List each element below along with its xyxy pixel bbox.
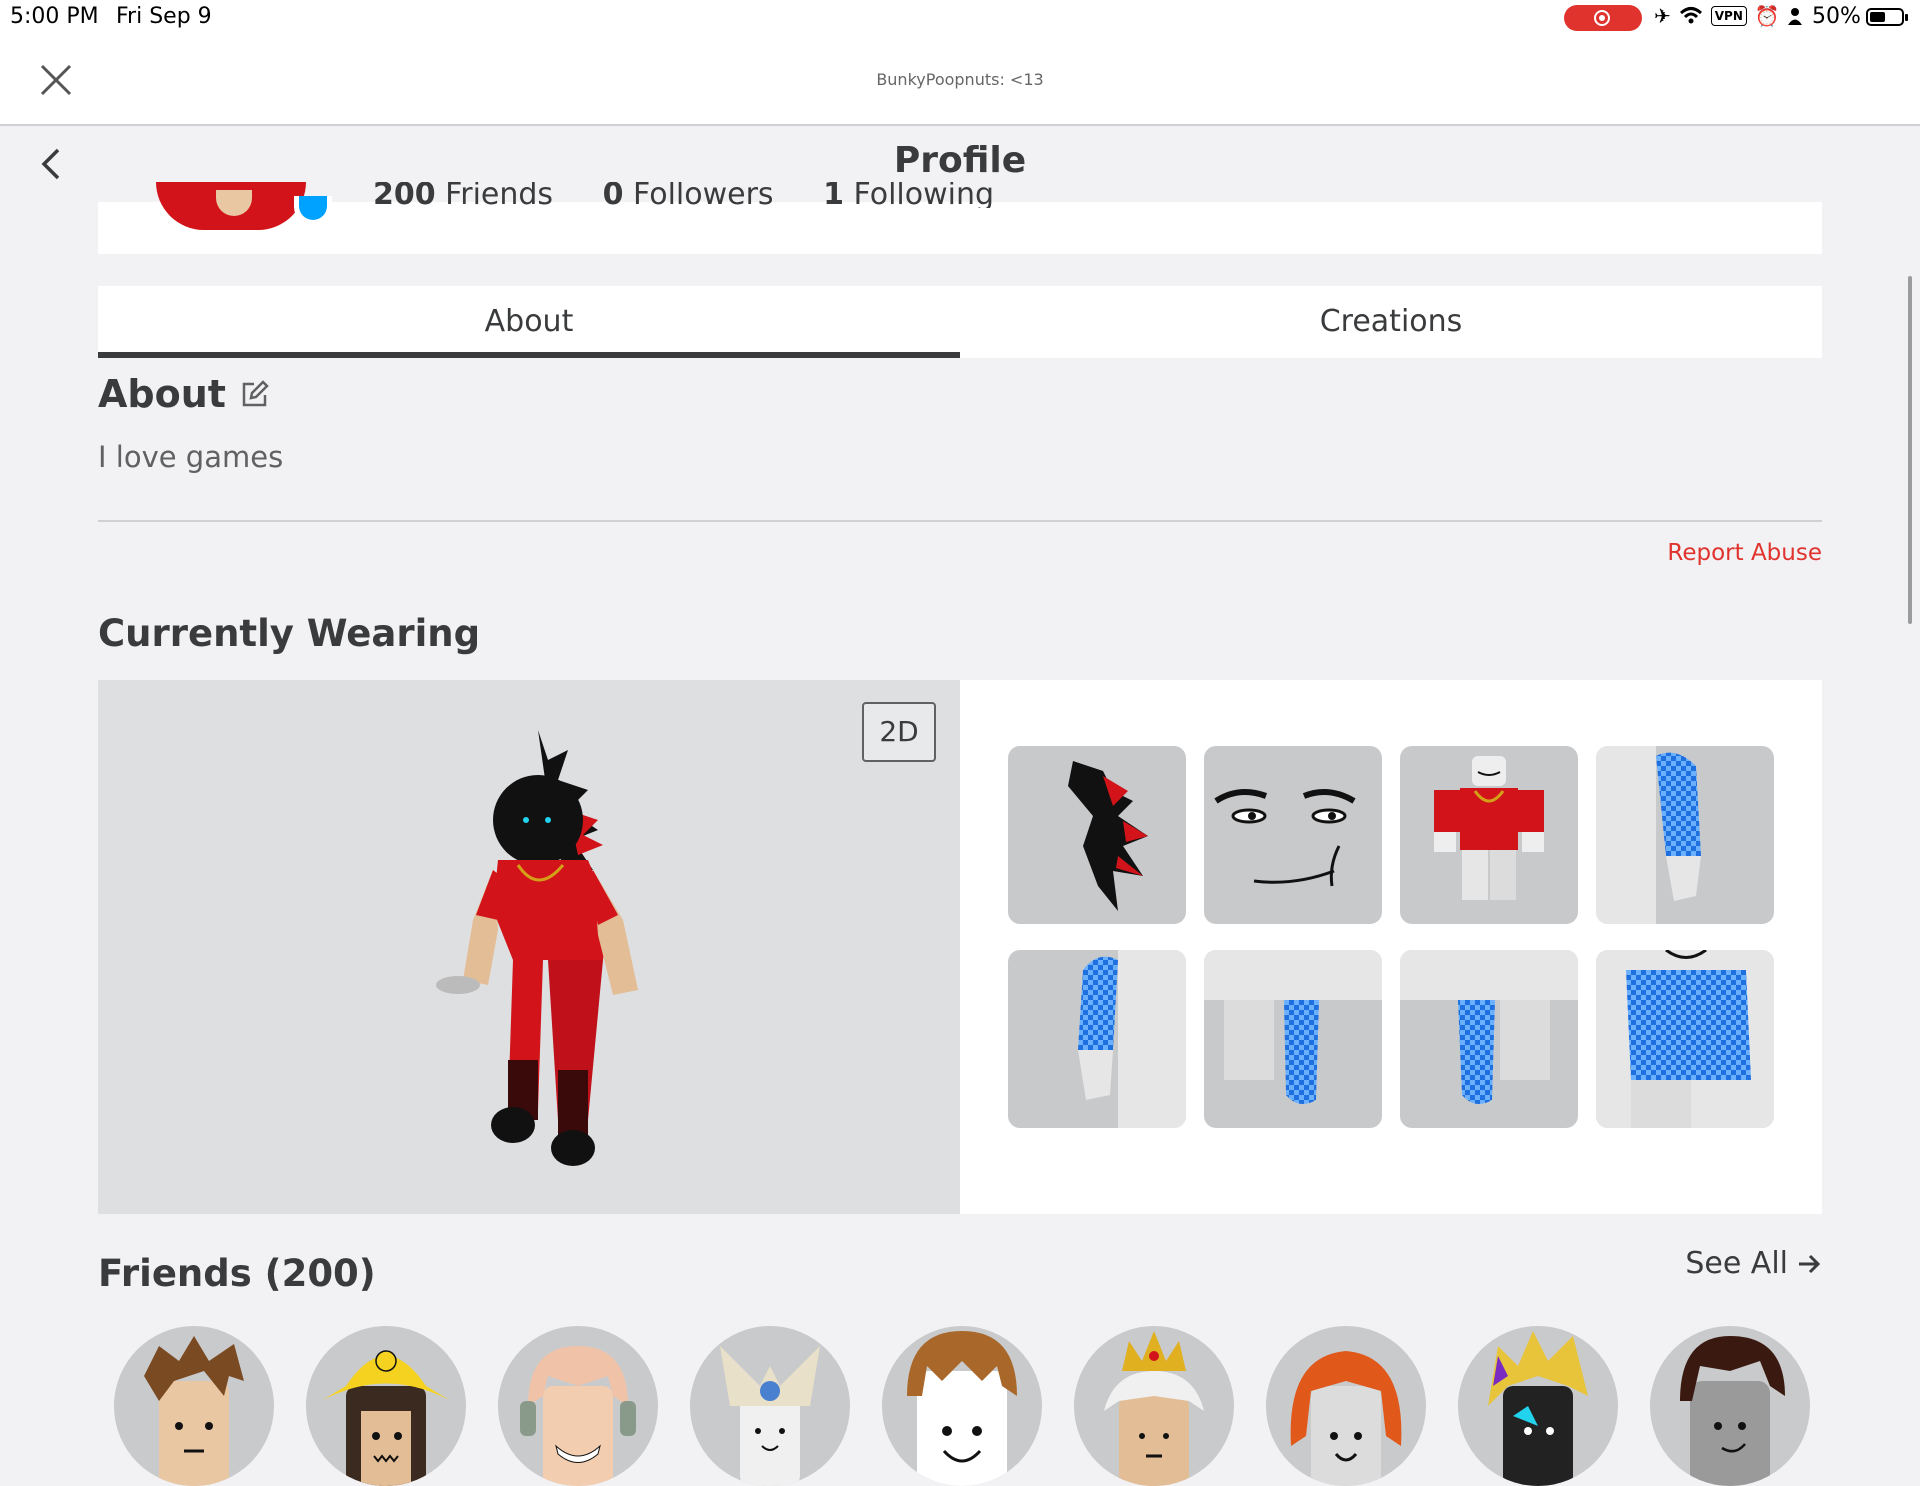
blue-checkered-left-arm-icon xyxy=(1078,950,1186,1128)
red-black-hair-icon xyxy=(1068,761,1148,911)
friend-avatar[interactable] xyxy=(1458,1326,1618,1486)
person-icon xyxy=(1787,8,1802,25)
status-icons: ✈ VPN ⏰ xyxy=(1654,4,1802,28)
battery-icon xyxy=(1866,8,1908,26)
profile-card: 200 Friends 0 Followers 1 Following xyxy=(98,182,1822,254)
wearing-item[interactable] xyxy=(1008,950,1186,1128)
friend-avatar-crown xyxy=(1104,1331,1204,1486)
wifi-icon xyxy=(1679,7,1702,24)
airplane-icon: ✈ xyxy=(1654,4,1671,28)
about-heading: About xyxy=(98,372,270,416)
wearing-item[interactable] xyxy=(1008,746,1186,924)
friend-avatar-brown-hair-smile xyxy=(907,1331,1017,1486)
tab-creations[interactable]: Creations xyxy=(960,286,1822,358)
wearing-item[interactable] xyxy=(1204,950,1382,1128)
page-title: Profile xyxy=(893,140,1027,181)
page-scrollbar[interactable] xyxy=(1908,276,1912,624)
friend-avatar-red-hair xyxy=(1290,1351,1402,1486)
red-shirt-icon xyxy=(1434,756,1544,900)
friend-avatar[interactable] xyxy=(1074,1326,1234,1486)
avatar-figure-image xyxy=(436,730,638,1166)
friends-count[interactable]: 200 Friends xyxy=(373,182,573,208)
currently-wearing-title: Currently Wearing xyxy=(98,612,481,655)
profile-tabs: About Creations xyxy=(98,286,1822,358)
followers-count[interactable]: 0 Followers xyxy=(603,182,794,208)
friend-avatar-blonde-headphones xyxy=(520,1346,636,1486)
vpn-icon: VPN xyxy=(1710,6,1747,26)
blue-checkered-torso-icon xyxy=(1596,950,1774,1128)
friend-avatar-yellow-hat xyxy=(321,1350,451,1486)
status-date: Fri Sep 9 xyxy=(116,4,212,29)
status-time: 5:00 PM xyxy=(10,4,99,29)
wearing-item[interactable] xyxy=(1400,746,1578,924)
wearing-item[interactable] xyxy=(1596,746,1774,924)
view-2d-toggle-button[interactable]: 2D xyxy=(862,702,936,762)
wearing-item[interactable] xyxy=(1204,746,1382,924)
wearing-item[interactable] xyxy=(1596,950,1774,1128)
tab-about[interactable]: About xyxy=(98,286,960,358)
friend-avatar[interactable] xyxy=(1266,1326,1426,1486)
man-face-icon xyxy=(1214,789,1356,887)
page-url: BunkyPoopnuts: <13 xyxy=(876,70,1044,89)
online-status-icon xyxy=(294,196,332,226)
friend-avatar-brown-hair xyxy=(144,1336,244,1486)
friend-avatar[interactable] xyxy=(114,1326,274,1486)
arrow-right-icon xyxy=(1799,1254,1821,1273)
wearing-items-grid xyxy=(1008,746,1774,1128)
see-all-label: See All xyxy=(1685,1246,1788,1281)
following-count[interactable]: 1 Following xyxy=(823,182,1014,208)
wearing-items-panel xyxy=(960,680,1822,1214)
divider xyxy=(98,520,1822,522)
friends-title: Friends (200) xyxy=(98,1252,376,1295)
avatar[interactable] xyxy=(156,182,306,230)
webview-top-bar: BunkyPoopnuts: <13 xyxy=(0,34,1920,126)
friend-avatar[interactable] xyxy=(882,1326,1042,1486)
avatar-3d-viewer[interactable]: 2D xyxy=(98,680,960,1214)
friend-avatar[interactable] xyxy=(498,1326,658,1486)
friend-avatar[interactable] xyxy=(1650,1326,1810,1486)
edit-icon[interactable] xyxy=(240,379,270,409)
friend-avatar-gold-hair xyxy=(1488,1331,1588,1486)
profile-stats: 200 Friends 0 Followers 1 Following xyxy=(373,182,1034,208)
screen-recording-indicator[interactable] xyxy=(1564,5,1642,31)
friend-avatar[interactable] xyxy=(690,1326,850,1486)
see-all-friends-link[interactable]: See All xyxy=(1685,1246,1822,1281)
wearing-item[interactable] xyxy=(1400,950,1578,1128)
report-abuse-link[interactable]: Report Abuse xyxy=(1667,540,1822,566)
about-description: I love games xyxy=(98,440,284,474)
friend-avatar[interactable] xyxy=(306,1326,466,1486)
blue-checkered-right-leg-icon xyxy=(1400,950,1578,1104)
friend-avatar-white-helmet xyxy=(720,1346,820,1486)
status-bar: 5:00 PM Fri Sep 9 ✈ VPN ⏰ 50% xyxy=(0,0,1920,34)
friends-list xyxy=(114,1326,1810,1486)
about-title: About xyxy=(98,372,226,416)
blue-checkered-right-arm-icon xyxy=(1596,746,1701,924)
friend-avatar-dark-hair xyxy=(1680,1336,1785,1486)
blue-checkered-left-leg-icon xyxy=(1204,950,1382,1104)
battery-percent: 50% xyxy=(1812,4,1861,29)
alarm-icon: ⏰ xyxy=(1754,4,1780,28)
